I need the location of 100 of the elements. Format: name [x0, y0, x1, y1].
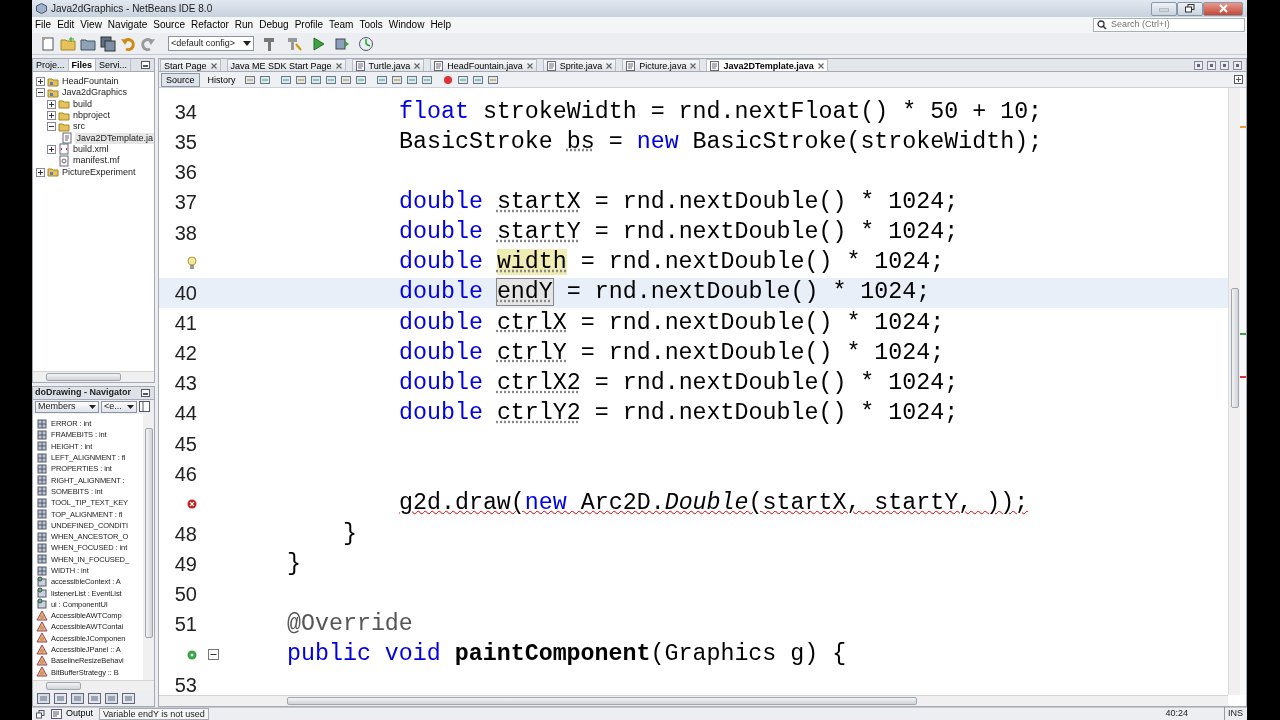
editor-tab[interactable]: Picture.java — [622, 59, 701, 71]
menu-item[interactable]: Help — [427, 18, 454, 32]
restore-icon[interactable] — [36, 709, 45, 719]
close-icon[interactable] — [526, 62, 533, 69]
line-number: 45 — [173, 431, 197, 457]
minimize-icon[interactable] — [141, 389, 150, 397]
panel-tab[interactable]: Proje... — [33, 59, 69, 71]
new-file-icon[interactable] — [40, 35, 56, 52]
close-icon[interactable] — [817, 62, 824, 69]
tree-item[interactable]: Java2dGraphics — [61, 87, 129, 99]
line-number: 38 — [173, 220, 197, 246]
menu-item[interactable]: Profile — [291, 18, 326, 32]
minimize-icon[interactable] — [141, 61, 150, 69]
tree-item[interactable]: build — [72, 98, 93, 110]
line-number: 49 — [173, 552, 197, 578]
tree-item[interactable]: src — [72, 121, 86, 133]
expand-icon[interactable] — [47, 111, 56, 121]
scope-dropdown[interactable]: <e... — [101, 401, 137, 413]
panel-title: doDrawing - Navigator — [35, 386, 131, 400]
profile-icon[interactable] — [358, 35, 374, 52]
filter-dropdown[interactable]: Members — [35, 401, 99, 413]
menu-item[interactable]: Refactor — [188, 18, 232, 32]
tree-item[interactable]: manifest.mf — [72, 155, 121, 167]
folder-icon — [47, 166, 59, 179]
annotation-mark — [1240, 376, 1246, 378]
editor-tab[interactable]: Java ME SDK Start Page — [226, 59, 346, 71]
collapse-icon[interactable] — [208, 649, 219, 661]
menu-item[interactable]: Run — [231, 18, 257, 32]
tree-item[interactable]: nbproject — [72, 110, 112, 122]
document-icon — [626, 60, 636, 71]
restore-button[interactable] — [1177, 1, 1203, 16]
debug-icon[interactable] — [334, 35, 350, 52]
expand-icon[interactable] — [47, 99, 56, 109]
menu-item[interactable]: Window — [385, 18, 428, 32]
tree-item[interactable]: PictureExperiment — [61, 166, 137, 178]
tree-item[interactable]: Java2DTemplate.ja — [75, 132, 154, 144]
close-icon[interactable] — [335, 62, 342, 69]
menu-item[interactable]: File — [32, 18, 55, 32]
menu-item[interactable]: Edit — [54, 18, 78, 32]
close-icon[interactable] — [606, 62, 613, 69]
panel-icon[interactable] — [139, 401, 150, 412]
code-line: float strokeWidth = rnd.nextFloat() * 50 + 10; — [399, 97, 1043, 127]
menu-item[interactable]: Tools — [356, 18, 386, 32]
insert-mode: INS — [1224, 707, 1243, 720]
menu-item[interactable]: Team — [326, 18, 357, 32]
code-line: double ctrlX = rnd.nextDouble() * 1024; — [399, 308, 945, 338]
view-tab[interactable]: History — [202, 72, 241, 87]
clean-build-icon[interactable] — [286, 35, 302, 52]
run-icon[interactable] — [310, 35, 326, 52]
line-number: 35 — [173, 130, 197, 156]
collapse-icon[interactable] — [47, 122, 56, 132]
editor-tab[interactable]: Java2DTemplate.java — [706, 59, 828, 71]
folder-icon — [47, 75, 59, 88]
panel-tab[interactable]: Servi... — [96, 59, 132, 71]
close-icon[interactable] — [690, 62, 697, 69]
code-line: @Override — [287, 610, 413, 639]
panel-tab[interactable]: Files — [68, 59, 97, 71]
close-button[interactable] — [1203, 1, 1243, 16]
line-number: 41 — [173, 311, 197, 337]
output-tab[interactable]: Output — [51, 707, 94, 720]
editor-tab[interactable]: Turtle.java — [351, 59, 425, 71]
view-tab[interactable]: Source — [161, 72, 200, 87]
close-icon[interactable] — [414, 62, 421, 69]
code-line: double startX = rnd.nextDouble() * 1024; — [399, 188, 959, 218]
code-line: double ctrlY2 = rnd.nextDouble() * 1024; — [399, 399, 959, 428]
line-number: 43 — [173, 371, 197, 397]
collapse-icon[interactable] — [36, 88, 45, 98]
menu-item[interactable]: View — [77, 18, 105, 32]
line-number: 37 — [173, 190, 197, 216]
code-line: double endY = rnd.nextDouble() * 1024; — [399, 278, 931, 308]
editor-tab[interactable]: Start Page — [160, 59, 221, 71]
tree-item[interactable]: build.xml — [72, 143, 110, 155]
document-icon — [546, 60, 556, 71]
menu-item[interactable]: Debug — [256, 18, 292, 32]
folder-icon — [47, 86, 59, 99]
expand-icon[interactable] — [36, 167, 45, 177]
line-number: 51 — [173, 612, 197, 638]
config-dropdown[interactable]: <default config> — [168, 36, 254, 51]
code-line: BasicStroke bs = new BasicStroke(strokeWidth); — [399, 127, 1043, 157]
editor-tab[interactable]: Sprite.java — [542, 59, 617, 71]
editor-tab[interactable]: HeadFountain.java — [430, 59, 537, 71]
output-icon — [51, 709, 62, 719]
document-icon — [58, 154, 70, 167]
expand-icon[interactable] — [36, 77, 45, 87]
record-icon[interactable] — [441, 73, 454, 86]
expand-editor-icon[interactable] — [1234, 75, 1243, 84]
document-icon — [61, 132, 74, 145]
expand-icon[interactable] — [47, 144, 56, 154]
override-icon — [187, 649, 197, 660]
menu-item[interactable]: Source — [150, 18, 188, 32]
code-line: } — [287, 549, 301, 579]
close-icon[interactable] — [210, 62, 217, 69]
window-title: Java2dGraphics - NetBeans IDE 8.0 — [51, 2, 213, 16]
tree-item[interactable]: HeadFountain — [61, 76, 120, 88]
menu-item[interactable]: Navigate — [104, 18, 151, 32]
redo-icon[interactable] — [140, 35, 156, 52]
annotation-mark — [1240, 333, 1246, 335]
document-icon — [710, 60, 720, 71]
new-project-icon[interactable] — [60, 35, 76, 52]
save-all-icon[interactable] — [100, 35, 116, 52]
